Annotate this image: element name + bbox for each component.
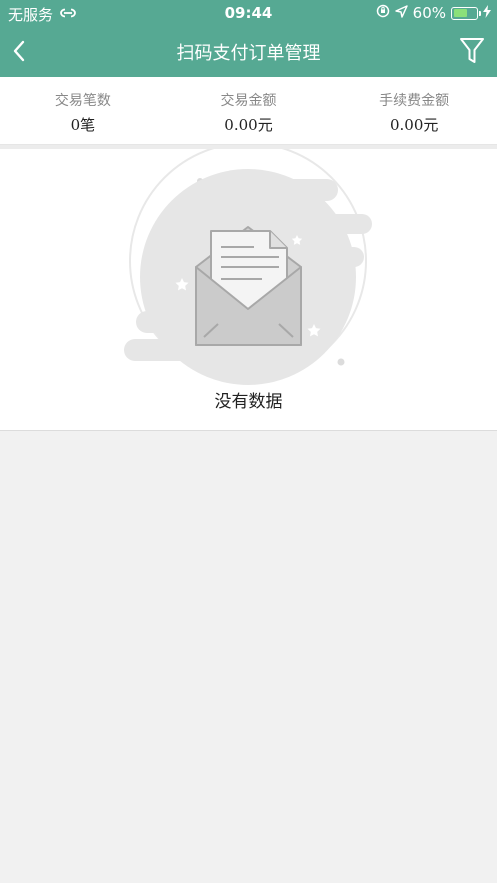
transaction-summary: 交易笔数 0笔 交易金额 0.00元 手续费金额 0.00元 xyxy=(0,77,497,145)
empty-state-panel: 没有数据 xyxy=(0,149,497,431)
nav-bar: 扫码支付订单管理 xyxy=(0,26,497,77)
orientation-lock-icon xyxy=(376,4,390,22)
battery-icon xyxy=(451,6,481,20)
filter-button[interactable] xyxy=(457,36,487,66)
filter-funnel-icon xyxy=(460,38,484,63)
summary-value: 0.00元 xyxy=(389,116,439,134)
summary-transaction-amount: 交易金额 0.00元 xyxy=(166,77,332,144)
location-arrow-icon xyxy=(394,4,408,22)
summary-value: 0笔 xyxy=(70,116,96,134)
empty-state-message: 没有数据 xyxy=(214,392,283,412)
battery-percent: 60% xyxy=(412,4,446,22)
summary-label: 手续费金额 xyxy=(379,93,450,109)
status-right: 60% xyxy=(376,4,491,22)
battery-fill xyxy=(453,9,467,17)
summary-label: 交易笔数 xyxy=(54,93,111,109)
empty-mailbox-illustration xyxy=(124,149,372,385)
summary-label: 交易金额 xyxy=(220,93,277,109)
battery-cap xyxy=(479,10,481,16)
status-bar: 无服务 09:44 60% xyxy=(0,0,497,26)
app-header: 无服务 09:44 60% 扫码支付订单管理 xyxy=(0,0,497,77)
charging-bolt-icon xyxy=(483,4,491,22)
summary-transaction-count: 交易笔数 0笔 xyxy=(0,77,166,144)
page-title: 扫码支付订单管理 xyxy=(176,43,321,64)
summary-value: 0.00元 xyxy=(224,116,273,134)
summary-fee-amount: 手续费金额 0.00元 xyxy=(331,77,497,144)
